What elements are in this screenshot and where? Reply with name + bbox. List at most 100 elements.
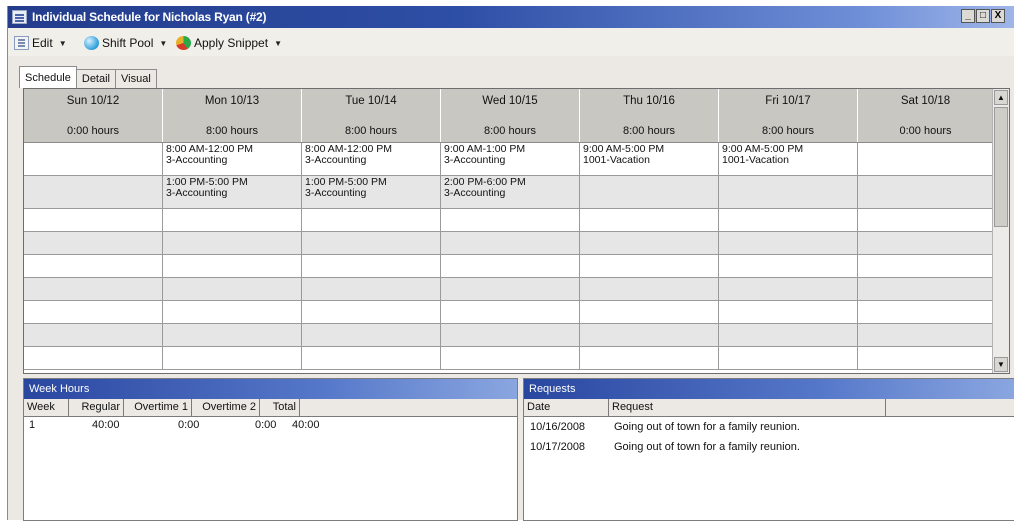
day-column-header[interactable]: Sun 10/12 0:00 hours [24, 89, 163, 142]
shift-department: 1001-Vacation [583, 154, 650, 166]
empty-cell[interactable] [580, 255, 719, 277]
empty-cell[interactable] [24, 324, 163, 346]
empty-cell[interactable] [580, 324, 719, 346]
edit-menu-button[interactable]: Edit ▼ [14, 34, 67, 52]
empty-cell[interactable] [858, 324, 994, 346]
empty-cell[interactable] [580, 278, 719, 300]
empty-cell[interactable] [302, 301, 441, 323]
empty-cell[interactable] [580, 209, 719, 231]
empty-cell[interactable] [24, 232, 163, 254]
schedule-row [24, 278, 994, 301]
empty-cell[interactable] [441, 324, 580, 346]
empty-cell[interactable] [858, 232, 994, 254]
empty-cell[interactable] [858, 347, 994, 369]
shift-cell[interactable]: 9:00 AM-5:00 PM 1001-Vacation [719, 143, 858, 175]
empty-cell[interactable] [163, 209, 302, 231]
shift-cell[interactable] [858, 143, 994, 175]
shift-cell[interactable]: 8:00 AM-12:00 PM 3-Accounting [163, 143, 302, 175]
empty-cell[interactable] [163, 255, 302, 277]
empty-cell[interactable] [580, 301, 719, 323]
column-header-total[interactable]: Total [260, 399, 300, 416]
empty-cell[interactable] [163, 347, 302, 369]
shift-cell[interactable]: 1:00 PM-5:00 PM 3-Accounting [163, 176, 302, 208]
empty-cell[interactable] [24, 347, 163, 369]
column-header-regular[interactable]: Regular [69, 399, 124, 416]
shift-cell[interactable] [858, 176, 994, 208]
day-column-header[interactable]: Mon 10/13 8:00 hours [163, 89, 302, 142]
empty-cell[interactable] [719, 232, 858, 254]
apply-snippet-menu-button[interactable]: Apply Snippet ▼ [176, 34, 282, 52]
day-column-header[interactable]: Fri 10/17 8:00 hours [719, 89, 858, 142]
maximize-button[interactable]: □ [976, 9, 990, 23]
schedule-scrollbar[interactable]: ▲ ▼ [992, 89, 1009, 373]
column-header-date[interactable]: Date [524, 399, 609, 416]
scroll-thumb[interactable] [994, 107, 1008, 227]
empty-cell[interactable] [719, 347, 858, 369]
empty-cell[interactable] [163, 278, 302, 300]
cell-overtime-1: 0:00 [178, 419, 200, 431]
empty-cell[interactable] [24, 278, 163, 300]
close-button[interactable]: X [991, 9, 1005, 23]
list-item[interactable]: 10/16/2008 Going out of town for a famil… [524, 417, 1014, 437]
empty-cell[interactable] [719, 301, 858, 323]
shift-cell[interactable]: 9:00 AM-5:00 PM 1001-Vacation [580, 143, 719, 175]
empty-cell[interactable] [302, 324, 441, 346]
edit-icon [14, 36, 29, 50]
empty-cell[interactable] [580, 347, 719, 369]
tab-visual[interactable]: Visual [115, 69, 157, 88]
empty-cell[interactable] [719, 255, 858, 277]
column-header-overtime-2[interactable]: Overtime 2 [192, 399, 260, 416]
shift-cell[interactable] [24, 176, 163, 208]
tab-schedule[interactable]: Schedule [19, 66, 77, 88]
empty-cell[interactable] [719, 209, 858, 231]
empty-cell[interactable] [302, 209, 441, 231]
shift-cell[interactable]: 8:00 AM-12:00 PM 3-Accounting [302, 143, 441, 175]
empty-cell[interactable] [858, 301, 994, 323]
empty-cell[interactable] [302, 255, 441, 277]
day-hours-total: 8:00 hours [345, 125, 397, 137]
empty-cell[interactable] [441, 301, 580, 323]
empty-cell[interactable] [441, 232, 580, 254]
tab-detail[interactable]: Detail [75, 69, 116, 88]
day-column-header[interactable]: Wed 10/15 8:00 hours [441, 89, 580, 142]
empty-cell[interactable] [441, 347, 580, 369]
title-bar[interactable]: Individual Schedule for Nicholas Ryan (#… [8, 6, 1014, 28]
shift-cell[interactable]: 1:00 PM-5:00 PM 3-Accounting [302, 176, 441, 208]
shift-cell[interactable]: 2:00 PM-6:00 PM 3-Accounting [441, 176, 580, 208]
day-column-header[interactable]: Sat 10/18 0:00 hours [858, 89, 994, 142]
list-item[interactable]: 10/17/2008 Going out of town for a famil… [524, 437, 1014, 457]
day-column-header[interactable]: Thu 10/16 8:00 hours [580, 89, 719, 142]
empty-cell[interactable] [719, 324, 858, 346]
shift-cell[interactable]: 9:00 AM-1:00 PM 3-Accounting [441, 143, 580, 175]
minimize-button[interactable]: _ [961, 9, 975, 23]
empty-cell[interactable] [580, 232, 719, 254]
empty-cell[interactable] [441, 255, 580, 277]
empty-cell[interactable] [441, 209, 580, 231]
scroll-down-icon[interactable]: ▼ [994, 357, 1008, 372]
empty-cell[interactable] [24, 255, 163, 277]
empty-cell[interactable] [302, 232, 441, 254]
table-row[interactable]: 1 40:00 0:00 0:00 40:00 [24, 417, 517, 433]
empty-cell[interactable] [441, 278, 580, 300]
empty-cell[interactable] [858, 255, 994, 277]
day-column-header[interactable]: Tue 10/14 8:00 hours [302, 89, 441, 142]
empty-cell[interactable] [858, 209, 994, 231]
shift-cell[interactable] [719, 176, 858, 208]
empty-cell[interactable] [302, 278, 441, 300]
empty-cell[interactable] [163, 232, 302, 254]
scroll-up-icon[interactable]: ▲ [994, 90, 1008, 105]
empty-cell[interactable] [163, 301, 302, 323]
shift-cell[interactable] [24, 143, 163, 175]
shift-cell[interactable] [580, 176, 719, 208]
empty-cell[interactable] [163, 324, 302, 346]
shift-pool-menu-button[interactable]: Shift Pool ▼ [84, 34, 167, 52]
shift-department: 3-Accounting [166, 154, 228, 166]
empty-cell[interactable] [302, 347, 441, 369]
empty-cell[interactable] [858, 278, 994, 300]
column-header-week[interactable]: Week [24, 399, 69, 416]
empty-cell[interactable] [24, 209, 163, 231]
empty-cell[interactable] [719, 278, 858, 300]
column-header-overtime-1[interactable]: Overtime 1 [124, 399, 192, 416]
column-header-request[interactable]: Request [609, 399, 886, 416]
empty-cell[interactable] [24, 301, 163, 323]
